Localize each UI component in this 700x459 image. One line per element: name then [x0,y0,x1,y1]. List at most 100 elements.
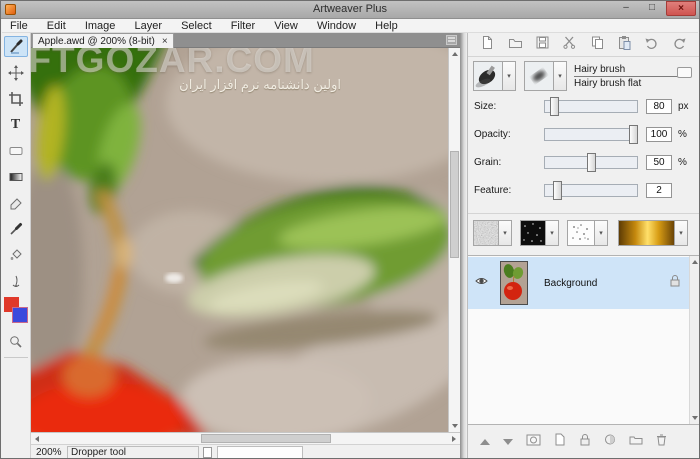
feature-slider-row: Feature: 2 [468,183,699,201]
size-slider-row: Size: 80 px [468,99,699,117]
opacity-slider-thumb[interactable] [629,125,638,144]
eraser-tool[interactable] [4,192,28,213]
delete-layer-icon[interactable] [656,433,667,451]
light-pattern-dropdown[interactable]: ▾ [595,220,608,246]
menu-file[interactable]: File [2,19,36,33]
horizontal-scroll-thumb[interactable] [201,434,331,443]
menu-filter[interactable]: Filter [223,19,263,33]
menu-edit[interactable]: Edit [39,19,74,33]
zoom-tool[interactable] [4,331,28,352]
fill-tool[interactable] [4,244,28,265]
menu-image[interactable]: Image [77,19,124,33]
menu-view[interactable]: View [266,19,306,33]
horizontal-scrollbar[interactable] [31,432,460,444]
menu-help[interactable]: Help [367,19,406,33]
shape-tool[interactable] [4,140,28,161]
cut-icon[interactable] [562,35,577,55]
menu-select[interactable]: Select [173,19,220,33]
new-layer-icon[interactable] [554,433,566,451]
float-document-icon[interactable] [446,35,457,45]
gradient-tool[interactable] [4,166,28,187]
size-slider-thumb[interactable] [550,97,559,116]
gradient-icon [8,169,24,185]
layer-lock-icon[interactable] [669,274,681,292]
move-layer-up-icon[interactable] [480,439,490,445]
dark-pattern-preview[interactable] [520,220,546,246]
opacity-slider[interactable] [544,128,638,141]
feature-slider[interactable] [544,184,638,197]
size-slider[interactable] [544,100,638,113]
right-panel: ▾ ▾ Hairy brush Hairy brush flat Size: 8… [467,33,699,458]
scroll-right-icon[interactable] [452,436,456,442]
brush-variant-preview[interactable] [524,61,554,91]
scroll-left-icon[interactable] [35,436,39,442]
feature-value[interactable]: 2 [646,183,672,198]
menu-window[interactable]: Window [309,19,364,33]
background-color-swatch[interactable] [12,307,28,323]
feature-slider-thumb[interactable] [553,181,562,200]
layer-buttons-bar [468,426,699,458]
tab-close-icon[interactable]: × [162,37,168,47]
layer-thumbnail[interactable] [500,261,528,305]
group-layer-icon[interactable] [629,433,643,451]
grain-slider-row: Grain: 50 % [468,155,699,173]
layers-scrollbar[interactable] [689,256,699,424]
layer-name[interactable]: Background [544,278,597,289]
dark-pattern-dropdown[interactable]: ▾ [546,220,559,246]
menu-layer[interactable]: Layer [126,19,170,33]
brush-editor-icon[interactable] [677,67,692,78]
document-area: Apple.awd @ 200% (8-bit) × [31,33,460,459]
brush-name[interactable]: Hairy brush [574,64,678,77]
gradient-preview[interactable] [618,220,675,246]
layers-scroll-down-icon[interactable] [692,416,698,420]
scroll-down-icon[interactable] [452,424,458,428]
move-layer-down-icon[interactable] [503,439,513,445]
scroll-up-icon[interactable] [452,52,458,56]
brush-category-dropdown[interactable]: ▾ [503,61,516,91]
dropper-tool[interactable] [4,218,28,239]
redo-icon[interactable] [672,35,687,55]
grain-slider-thumb[interactable] [587,153,596,172]
vertical-scroll-thumb[interactable] [450,151,459,258]
layers-scroll-up-icon[interactable] [692,260,698,264]
brush-tool[interactable] [4,36,28,57]
brush-category-preview[interactable] [473,61,503,91]
gradient-dropdown[interactable]: ▾ [675,220,688,246]
document-tab[interactable]: Apple.awd @ 200% (8-bit) × [32,33,174,48]
save-icon[interactable] [535,35,550,55]
opacity-value[interactable]: 100 [646,127,672,142]
layer-effects-icon[interactable] [604,433,616,451]
size-unit: px [678,101,689,112]
paste-icon[interactable] [617,35,632,55]
canvas-painting [31,48,448,432]
brush-variant-dropdown[interactable]: ▾ [554,61,567,91]
size-value[interactable]: 80 [646,99,672,114]
maximize-button[interactable]: □ [640,1,664,16]
status-proxy-icon[interactable] [203,447,212,458]
new-document-icon[interactable] [480,35,495,55]
paper-dropdown[interactable]: ▾ [499,220,512,246]
vertical-scrollbar[interactable] [448,48,460,432]
smudge-tool[interactable] [4,270,28,291]
copy-icon[interactable] [590,35,605,55]
app-window: Artweaver Plus – □ × File Edit Image Lay… [0,0,700,459]
layer-mask-icon[interactable] [526,433,541,451]
zoom-level[interactable]: 200% [36,447,62,458]
visibility-eye-icon[interactable] [475,274,488,292]
lock-layer-icon[interactable] [579,433,591,451]
layer-row-background[interactable]: Background [468,257,689,309]
open-icon[interactable] [508,35,523,55]
grain-value[interactable]: 50 [646,155,672,170]
panel-divider[interactable] [460,33,467,458]
canvas[interactable]: SOFTGOZAR.COM اولین دانشنامه نرم افزار ا… [31,48,448,432]
undo-icon[interactable] [644,35,659,55]
grain-slider[interactable] [544,156,638,169]
close-button[interactable]: × [666,1,696,16]
crop-tool[interactable] [4,88,28,109]
light-pattern-preview[interactable] [567,220,595,246]
minimize-button[interactable]: – [614,1,638,16]
text-tool[interactable]: T [4,114,28,135]
paper-texture-preview[interactable] [473,220,499,246]
move-tool[interactable] [4,62,28,83]
status-empty-field [217,446,303,459]
